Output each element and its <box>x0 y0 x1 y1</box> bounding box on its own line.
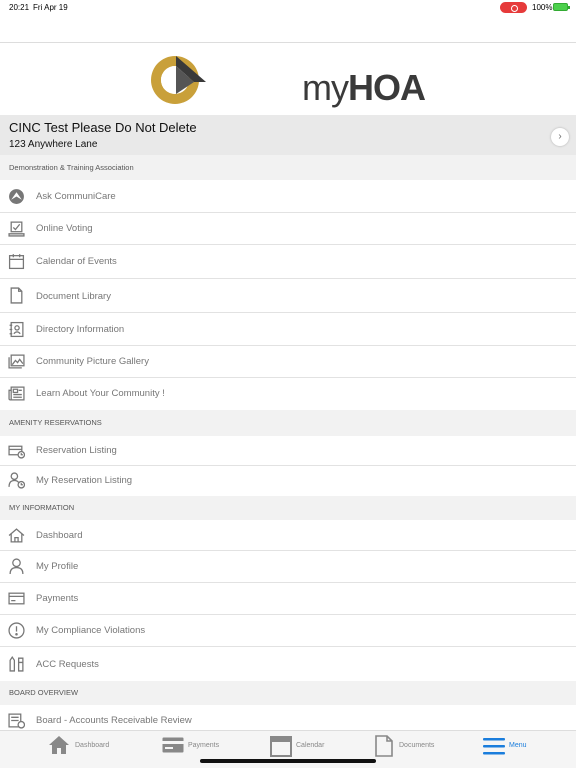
menu-item-document-library[interactable]: Document Library <box>0 279 576 313</box>
menu-item-label: Learn About Your Community ! <box>36 388 165 399</box>
menu-item-payments[interactable]: Payments <box>0 583 576 615</box>
home-icon <box>49 736 69 754</box>
payment-card-icon <box>8 592 25 605</box>
home-indicator[interactable] <box>200 759 376 763</box>
menu-item-label: My Compliance Violations <box>36 625 146 636</box>
menu-item-dashboard[interactable]: Dashboard <box>0 520 576 551</box>
menu-item-label: Reservation Listing <box>36 445 117 456</box>
chevron-right-icon[interactable]: › <box>551 128 569 146</box>
menu-item-label: Document Library <box>36 291 111 302</box>
menu-item-label: Board - Accounts Receivable Review <box>36 715 192 726</box>
status-date: Fri Apr 19 <box>33 3 68 12</box>
document-icon <box>375 735 393 757</box>
status-bar: 20:21 Fri Apr 19 100% <box>0 0 576 16</box>
picture-icon <box>8 354 25 369</box>
menu-item-label: Directory Information <box>36 324 125 335</box>
ballot-icon <box>8 221 25 237</box>
menu-item-label: ACC Requests <box>36 659 99 670</box>
report-icon <box>8 713 25 729</box>
payment-card-icon <box>162 737 184 753</box>
menu-item-reservation-listing[interactable]: Reservation Listing <box>0 436 576 466</box>
calendar-icon <box>8 254 25 270</box>
alert-circle-icon <box>8 622 25 639</box>
account-selector[interactable]: CINC Test Please Do Not Delete 123 Anywh… <box>0 115 576 155</box>
communicare-icon <box>9 189 24 204</box>
section-header-my-information: MY INFORMATION <box>0 496 576 520</box>
menu-item-label: Community Picture Gallery <box>36 356 149 367</box>
document-icon <box>10 287 23 304</box>
menu-item-ask-communicare[interactable]: Ask CommuniCare <box>0 180 576 213</box>
brand-name: myHOA <box>302 67 426 108</box>
status-time: 20:21 <box>9 3 30 12</box>
menu-item-learn-about-community[interactable]: Learn About Your Community ! <box>0 378 576 410</box>
menu-item-label: Payments <box>36 593 79 604</box>
menu-item-board-ar-review[interactable]: Board - Accounts Receivable Review <box>0 705 576 730</box>
tab-label: Documents <box>399 742 435 749</box>
menu-item-directory-information[interactable]: Directory Information <box>0 313 576 346</box>
tab-documents[interactable]: Documents <box>375 731 445 761</box>
newspaper-icon <box>8 386 25 401</box>
battery-icon <box>553 3 570 11</box>
menu-item-my-profile[interactable]: My Profile <box>0 551 576 583</box>
menu-item-community-picture-gallery[interactable]: Community Picture Gallery <box>0 346 576 378</box>
menu-item-calendar-of-events[interactable]: Calendar of Events <box>0 245 576 279</box>
person-icon <box>9 558 24 574</box>
home-icon <box>8 528 25 543</box>
menu-item-label: Calendar of Events <box>36 256 117 267</box>
tools-icon <box>9 655 24 672</box>
tab-payments[interactable]: Payments <box>162 731 232 761</box>
menu-item-label: Online Voting <box>36 223 93 234</box>
menu-item-label: My Reservation Listing <box>36 475 133 486</box>
person-clock-icon <box>8 472 25 489</box>
contact-book-icon <box>9 321 24 338</box>
account-address: 123 Anywhere Lane <box>9 139 98 150</box>
battery-percentage: 100% <box>532 3 553 12</box>
section-header-amenity-reservations: AMENITY RESERVATIONS <box>0 410 576 436</box>
menu-item-online-voting[interactable]: Online Voting <box>0 213 576 245</box>
menu-item-label: My Profile <box>36 561 79 572</box>
tab-label: Dashboard <box>75 742 110 749</box>
menu-item-label: Ask CommuniCare <box>36 191 116 202</box>
tab-menu[interactable]: Menu <box>483 731 543 761</box>
menu-item-label: Dashboard <box>36 530 83 541</box>
tab-dashboard[interactable]: Dashboard <box>48 731 118 761</box>
tab-label: Calendar <box>296 742 325 749</box>
calendar-icon <box>270 736 292 757</box>
hamburger-icon <box>483 738 505 755</box>
section-header-association: Demonstration & Training Association <box>0 155 576 180</box>
hoa-logo-icon <box>151 56 206 104</box>
menu-item-acc-requests[interactable]: ACC Requests <box>0 647 576 681</box>
section-header-board-overview: BOARD OVERVIEW <box>0 681 576 705</box>
screen-recording-icon <box>500 2 527 13</box>
account-name: CINC Test Please Do Not Delete <box>9 120 197 135</box>
tab-label: Menu <box>509 742 527 749</box>
tab-calendar[interactable]: Calendar <box>270 731 340 761</box>
reservation-icon <box>8 445 25 459</box>
brand-header: myHOA <box>0 43 576 115</box>
menu-item-my-compliance-violations[interactable]: My Compliance Violations <box>0 615 576 647</box>
tab-label: Payments <box>188 742 220 749</box>
menu-item-my-reservation-listing[interactable]: My Reservation Listing <box>0 466 576 496</box>
